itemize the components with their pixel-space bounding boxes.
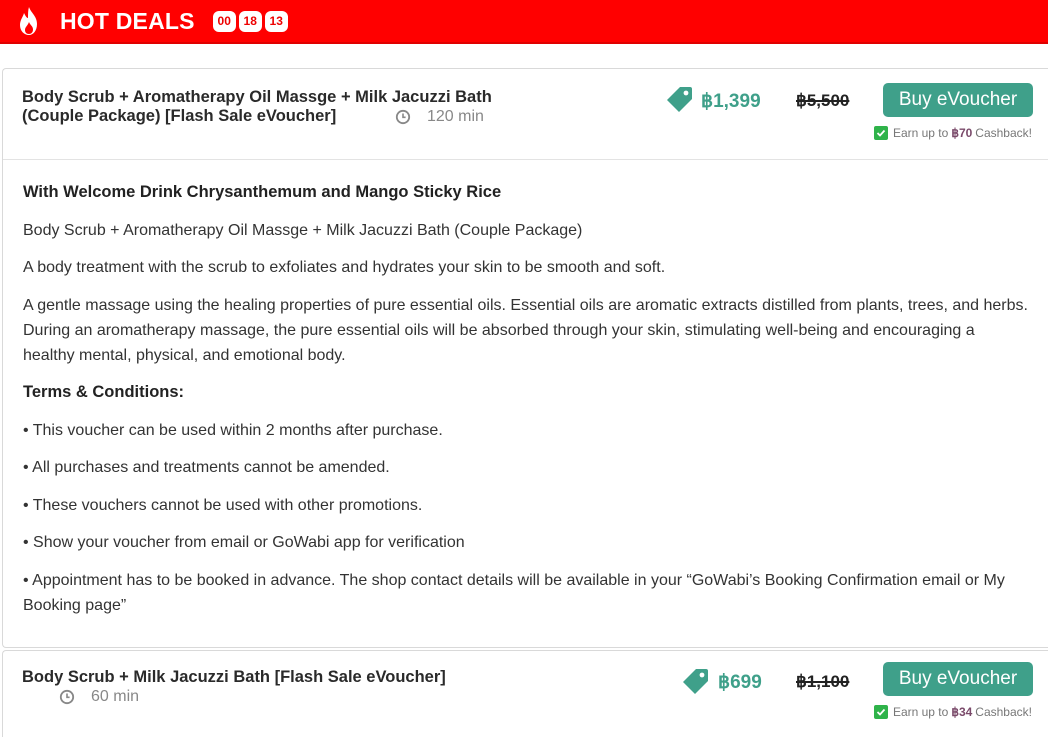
- package-card: Body Scrub + Aromatherapy Oil Massge + M…: [2, 68, 1048, 648]
- timer-seconds: 13: [264, 10, 288, 32]
- check-icon: [873, 705, 888, 719]
- check-icon: [873, 126, 888, 140]
- duration-text: 60 min: [91, 688, 140, 705]
- terms-item: • Appointment has to be booked in advanc…: [23, 571, 1005, 614]
- cashback-note: Earn up to ฿34 Cashback!: [873, 705, 1032, 719]
- package-title[interactable]: Body Scrub + Milk Jacuzzi Bath [Flash Sa…: [22, 668, 542, 687]
- cashback-amount: ฿34: [951, 705, 973, 719]
- countdown-timer: 00 18 13: [212, 10, 288, 32]
- cashback-note: Earn up to ฿70 Cashback!: [873, 126, 1032, 140]
- package-card: Body Scrub + Milk Jacuzzi Bath [Flash Sa…: [2, 650, 1048, 737]
- sale-price: ฿1,399: [701, 91, 761, 112]
- terms-heading: Terms & Conditions:: [23, 383, 185, 401]
- package-header[interactable]: Body Scrub + Milk Jacuzzi Bath [Flash Sa…: [3, 651, 1048, 737]
- cashback-prefix: Earn up to: [892, 705, 949, 719]
- clock-icon: [59, 689, 75, 705]
- details-heading: With Welcome Drink Chrysanthemum and Man…: [23, 183, 502, 201]
- clock-icon: [395, 109, 411, 125]
- original-price: ฿5,500: [796, 91, 850, 110]
- timer-hours: 00: [212, 10, 236, 32]
- duration-text: 120 min: [427, 108, 484, 125]
- buy-evoucher-button[interactable]: Buy eVoucher: [883, 662, 1033, 696]
- details-package-name: Body Scrub + Aromatherapy Oil Massge + M…: [23, 221, 583, 239]
- price-tag-icon: [681, 667, 709, 695]
- sale-price: ฿699: [718, 672, 762, 693]
- cashback-suffix: Cashback!: [975, 705, 1032, 719]
- terms-item: • This voucher can be used within 2 mont…: [23, 421, 443, 439]
- cashback-suffix: Cashback!: [975, 126, 1032, 140]
- hot-deals-banner: HOT DEALS 00 18 13: [0, 0, 1048, 44]
- package-details: With Welcome Drink Chrysanthemum and Man…: [3, 160, 1048, 618]
- terms-item: • These vouchers cannot be used with oth…: [23, 496, 423, 514]
- terms-item: • All purchases and treatments cannot be…: [23, 459, 390, 476]
- price-tag-icon: [665, 85, 693, 113]
- hot-deals-title: HOT DEALS: [60, 7, 195, 34]
- flame-icon: [14, 6, 44, 36]
- cashback-prefix: Earn up to: [892, 126, 949, 140]
- package-header[interactable]: Body Scrub + Aromatherapy Oil Massge + M…: [3, 69, 1048, 160]
- package-duration: 60 min: [59, 688, 139, 706]
- original-price: ฿1,100: [796, 672, 850, 691]
- buy-evoucher-button[interactable]: Buy eVoucher: [883, 83, 1033, 117]
- terms-item: • Show your voucher from email or GoWabi…: [23, 534, 465, 551]
- package-duration: 120 min: [395, 108, 484, 126]
- timer-minutes: 18: [238, 10, 262, 32]
- cashback-amount: ฿70: [951, 126, 973, 140]
- details-description: A gentle massage using the healing prope…: [23, 296, 1028, 364]
- details-description: A body treatment with the scrub to exfol…: [23, 259, 666, 276]
